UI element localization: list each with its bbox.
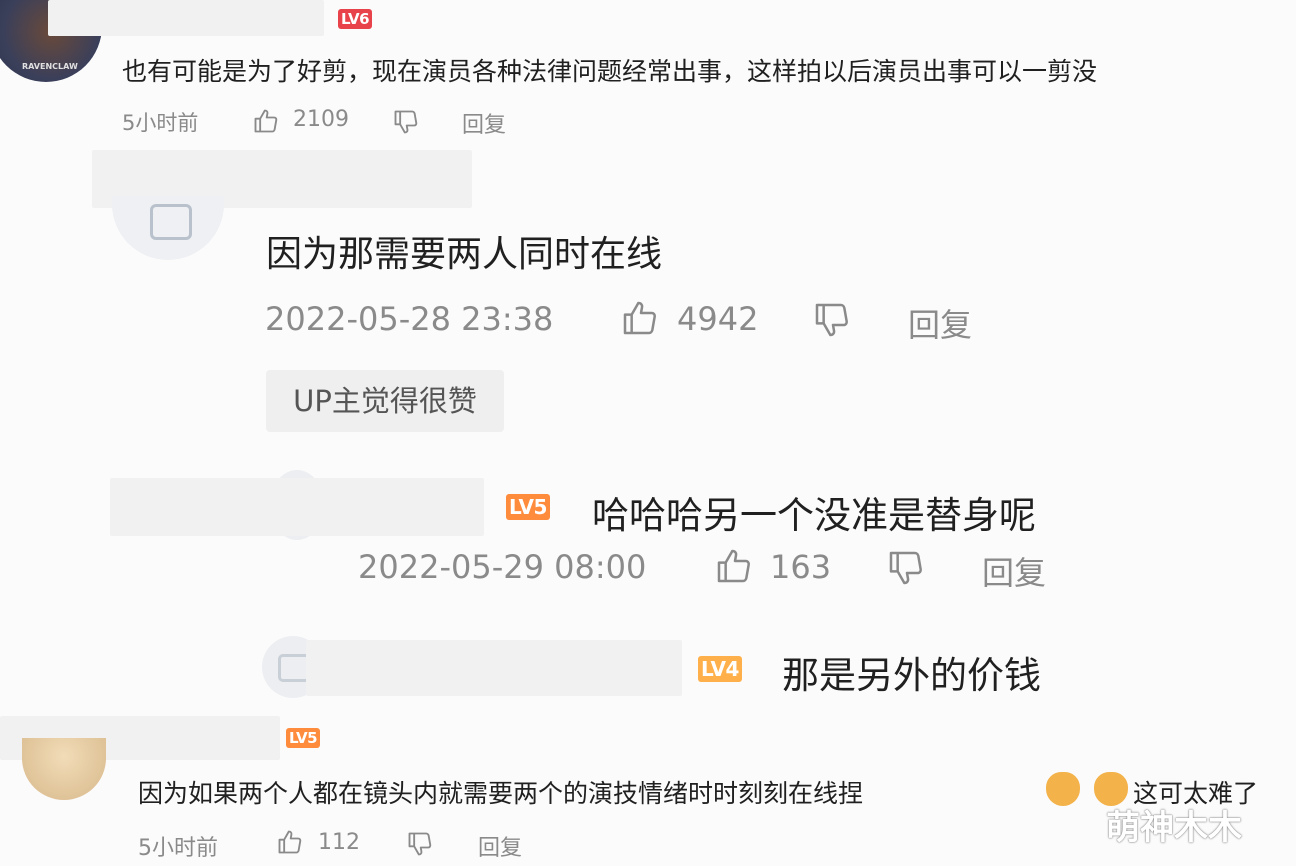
comment-text: 因为那需要两人同时在线 [266,234,663,275]
reply-button[interactable]: 回复 [908,300,972,346]
thumbs-up-icon[interactable] [276,828,304,856]
avatar[interactable] [112,196,224,260]
comment-text: 因为如果两个人都在镜头内就需要两个的演技情绪时时刻刻在线捏 [138,779,864,808]
reply-button[interactable]: 回复 [462,107,506,139]
like-count: 112 [318,830,360,855]
username-redacted[interactable] [48,0,324,36]
cat-emoji-icon [1046,772,1080,806]
like-count: 2109 [293,107,349,132]
thumbs-down-icon[interactable] [392,108,420,136]
level-badge: LV5 [286,728,321,748]
thumbs-down-icon[interactable] [812,300,852,340]
avatar-badge-text: RAVENCLAW [22,62,78,71]
watermark: 萌神木木 [1106,808,1242,848]
level-badge: LV5 [506,494,550,520]
comment-time: 2022-05-29 08:00 [358,548,647,586]
thumbs-down-icon[interactable] [406,830,434,858]
comment-text: 那是另外的价钱 [782,654,1041,697]
comment-text: 哈哈哈另一个没准是替身呢 [592,494,1036,537]
comment-time: 2022-05-28 23:38 [265,300,554,338]
username-redacted[interactable] [110,478,484,536]
level-badge: LV4 [698,656,742,682]
level-badge: LV6 [338,9,373,29]
reply-button[interactable]: 回复 [982,548,1046,594]
like-count: 4942 [677,300,759,338]
comment-time: 5小时前 [122,111,199,135]
thumbs-up-icon[interactable] [620,298,660,338]
avatar[interactable] [22,738,106,800]
like-count: 163 [770,548,832,586]
up-liked-tag: UP主觉得很赞 [266,370,504,432]
comment-text: 也有可能是为了好剪，现在演员各种法律问题经常出事，这样拍以后演员出事可以一剪没 [122,57,1098,86]
thumbs-down-icon[interactable] [886,548,926,588]
thumbs-up-icon[interactable] [252,107,280,135]
username-redacted[interactable] [306,640,682,696]
thumbs-up-icon[interactable] [714,546,754,586]
reply-button[interactable]: 回复 [478,830,522,862]
comment-time: 5小时前 [138,836,218,861]
